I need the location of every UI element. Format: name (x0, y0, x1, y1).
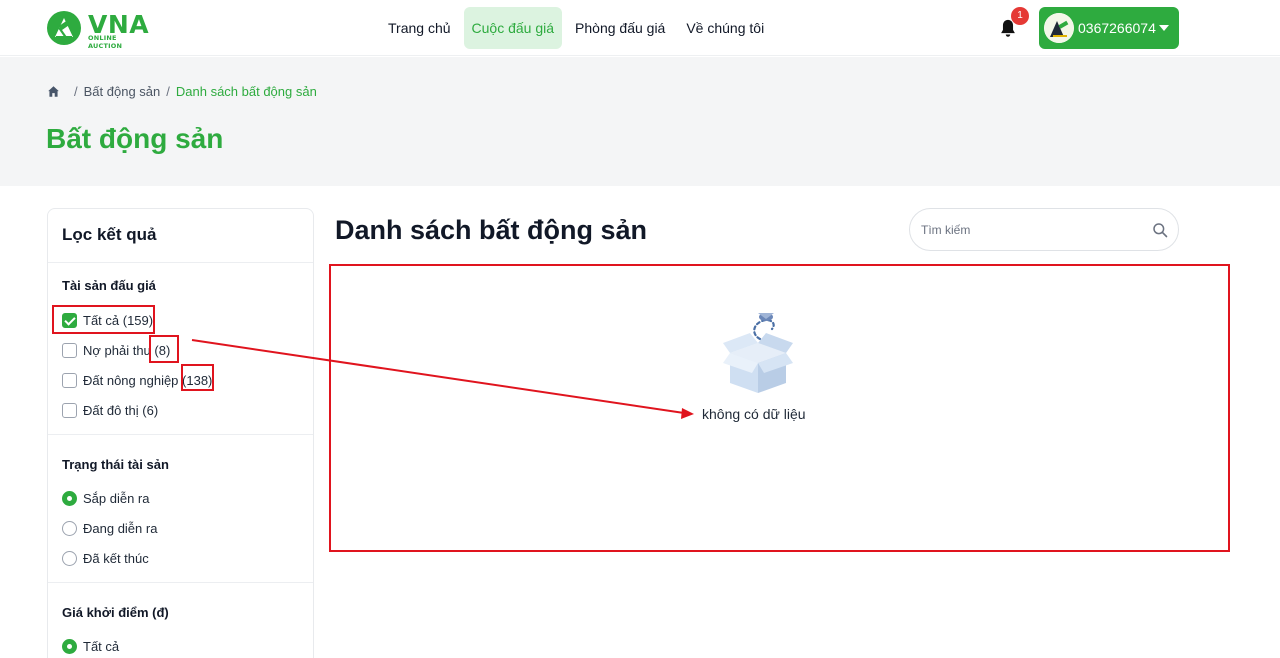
breadcrumb-separator: / (74, 83, 78, 99)
price-section-title: Giá khởi điểm (đ) (62, 605, 169, 620)
checkbox-checked[interactable] (62, 312, 77, 328)
filter-sidebar: Lọc kết quả Tài sản đấu giá Tất cả (159)… (47, 208, 314, 658)
radio[interactable] (62, 520, 77, 536)
option-label: Đã kết thúc (83, 550, 149, 566)
option-label: Tất cả (159) (83, 312, 154, 328)
filter-asset-receivables[interactable]: Nợ phải thu (8) (62, 340, 170, 360)
nav-auctions[interactable]: Cuộc đấu giá (463, 7, 563, 49)
divider (48, 262, 313, 263)
gavel-logo-icon (47, 11, 81, 45)
home-icon[interactable] (47, 85, 60, 98)
option-label: Đang diễn ra (83, 520, 158, 536)
radio-checked[interactable] (62, 490, 77, 506)
option-label: Tất cả (83, 638, 120, 654)
filter-asset-all[interactable]: Tất cả (159) (62, 310, 153, 330)
avatar (1044, 13, 1074, 43)
filter-status-upcoming[interactable]: Sắp diễn ra (62, 488, 150, 508)
top-header: VNA ONLINE AUCTION Trang chủ Cuộc đấu gi… (0, 0, 1280, 56)
search-input[interactable] (921, 220, 1141, 240)
empty-state-text: không có dữ liệu (702, 406, 806, 422)
breadcrumb-separator: / (166, 83, 170, 99)
main-nav: Trang chủ Cuộc đấu giá Phòng đấu giá Về … (380, 7, 777, 49)
nav-home[interactable]: Trang chủ (380, 7, 459, 49)
radio-checked[interactable] (62, 638, 77, 654)
divider (48, 582, 313, 583)
option-label: Đất nông nghiệp (138) (83, 372, 213, 388)
radio[interactable] (62, 550, 77, 566)
search-icon[interactable] (1152, 222, 1168, 238)
option-label: Đất đô thị (6) (83, 402, 159, 418)
nav-auction-rooms[interactable]: Phòng đấu giá (567, 7, 673, 49)
nav-about[interactable]: Về chúng tôi (678, 7, 772, 49)
logo-subtitle: ONLINE AUCTION (88, 34, 123, 50)
option-label: Nợ phải thu (8) (83, 342, 171, 358)
filter-status-ongoing[interactable]: Đang diễn ra (62, 518, 157, 538)
filter-price-all[interactable]: Tất cả (62, 636, 119, 656)
avatar-icon (1044, 13, 1074, 43)
divider (48, 434, 313, 435)
notification-badge: 1 (1011, 7, 1029, 25)
list-title: Danh sách bất động sản (335, 215, 648, 245)
checkbox[interactable] (62, 402, 77, 418)
caret-down-icon (1159, 25, 1169, 31)
breadcrumb-current: Danh sách bất động sản (175, 83, 317, 99)
asset-section-title: Tài sản đấu giá (62, 278, 156, 293)
status-section-title: Trạng thái tài sản (62, 457, 169, 472)
filter-asset-urban-land[interactable]: Đất đô thị (6) (62, 400, 158, 420)
checkbox[interactable] (62, 342, 77, 358)
breadcrumb: / Bất động sản / Danh sách bất động sản (47, 82, 317, 100)
search-box (909, 208, 1179, 251)
page-title: Bất động sản (46, 123, 224, 154)
filter-status-ended[interactable]: Đã kết thúc (62, 548, 149, 568)
option-label: Sắp diễn ra (83, 490, 150, 506)
user-menu-button[interactable]: 0367266074 (1039, 7, 1179, 49)
filter-title: Lọc kết quả (62, 225, 157, 244)
vna-logo[interactable]: VNA ONLINE AUCTION (46, 10, 150, 50)
checkbox[interactable] (62, 372, 77, 388)
filter-asset-agricultural-land[interactable]: Đất nông nghiệp (138) (62, 370, 212, 390)
empty-box-icon (723, 313, 793, 393)
user-phone: 0367266074 (1078, 20, 1156, 36)
breadcrumb-real-estate[interactable]: Bất động sản (84, 84, 161, 99)
